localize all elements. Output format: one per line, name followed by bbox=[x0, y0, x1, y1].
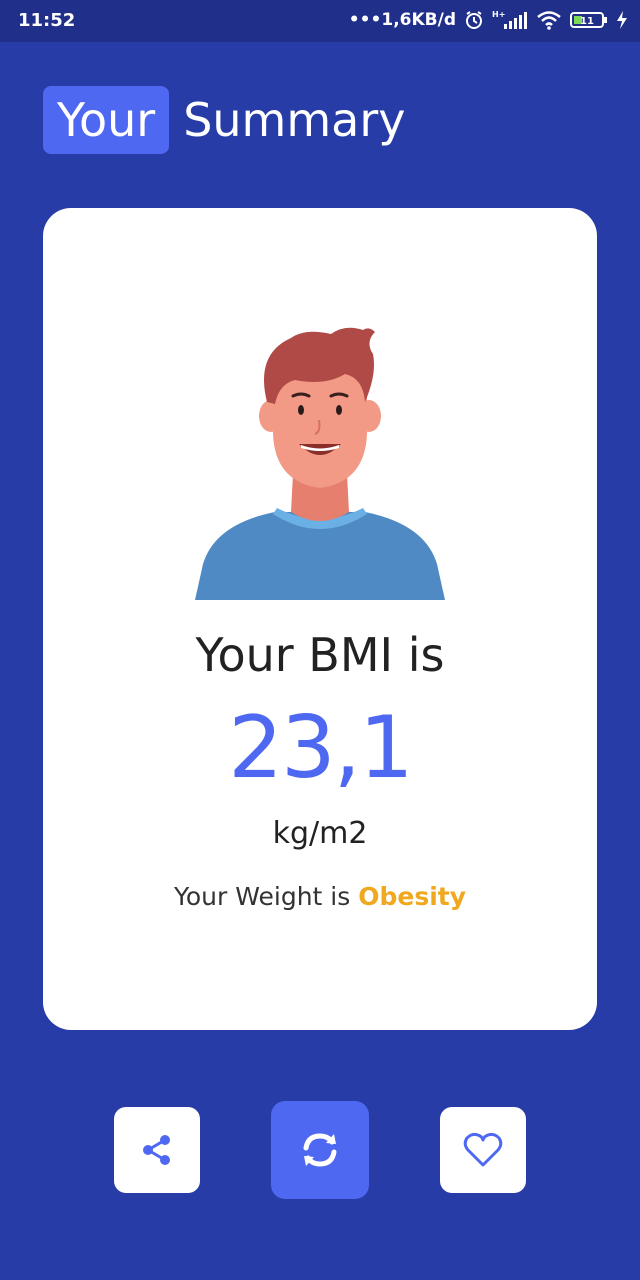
battery-level: 11 bbox=[580, 16, 594, 27]
page-title: Your Summary bbox=[43, 86, 406, 154]
share-button[interactable] bbox=[114, 1107, 200, 1193]
heart-icon bbox=[463, 1132, 503, 1167]
signal-icon: H+ bbox=[492, 9, 528, 31]
weight-prefix: Your Weight is bbox=[173, 882, 351, 911]
bmi-label: Your BMI is bbox=[195, 628, 445, 682]
weight-status: Obesity bbox=[358, 882, 467, 911]
share-icon bbox=[143, 1135, 170, 1165]
refresh-icon bbox=[303, 1133, 337, 1167]
network-speed: •••1,6KB/d bbox=[348, 10, 456, 30]
status-indicators: •••1,6KB/d H+ 11 bbox=[349, 9, 628, 31]
refresh-button[interactable] bbox=[271, 1101, 369, 1199]
charging-icon bbox=[616, 11, 628, 29]
bmi-unit: kg/m2 bbox=[272, 816, 368, 851]
battery-icon: 11 bbox=[570, 10, 608, 30]
avatar-illustration bbox=[195, 327, 445, 600]
alarm-icon bbox=[464, 10, 484, 30]
favorite-button[interactable] bbox=[440, 1107, 526, 1193]
wifi-icon bbox=[536, 10, 562, 30]
result-card: Your BMI is 23,1 kg/m2 Your Weight is Ob… bbox=[43, 208, 597, 1030]
network-type: H+ bbox=[492, 10, 505, 19]
title-highlight: Your bbox=[43, 86, 170, 154]
title-text: Summary bbox=[183, 93, 406, 147]
status-time: 11:52 bbox=[18, 10, 76, 31]
bmi-value: 23,1 bbox=[228, 698, 413, 798]
status-bar: 11:52 •••1,6KB/d H+ 11 bbox=[0, 0, 640, 42]
weight-category: Your Weight is Obesity bbox=[43, 882, 597, 911]
